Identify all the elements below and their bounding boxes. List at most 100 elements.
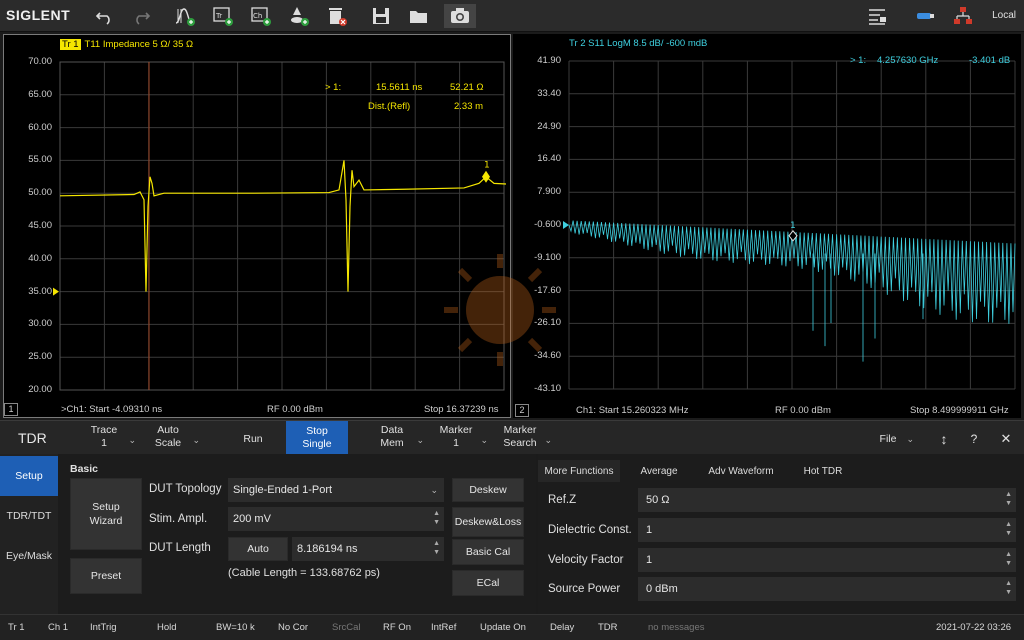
status-update[interactable]: Update On (480, 622, 526, 633)
sweep-stop: Stop 16.37239 ns (424, 404, 499, 415)
data-mem-button[interactable]: Data Mem ⌄ (372, 424, 424, 454)
file-menu-button[interactable]: File ⌄ (868, 424, 914, 454)
dut-topology-select[interactable]: Single-Ended 1-Port ⌄ (228, 478, 444, 502)
camera-icon[interactable] (444, 4, 476, 28)
dut-length-label: DUT Length (149, 542, 211, 554)
undo-icon[interactable] (92, 4, 118, 28)
trace-add-icon[interactable]: Tr (210, 4, 236, 28)
marker-search-button[interactable]: Marker Search ⌄ (500, 424, 552, 454)
dielectric-const-input[interactable]: 1 ▲ ▼ (638, 518, 1016, 542)
dut-length-value: 8.186194 ns (297, 543, 358, 555)
status-ref[interactable]: IntRef (431, 622, 456, 633)
channel-add-icon[interactable]: Ch (248, 4, 274, 28)
panel-number-1[interactable]: 1 (4, 403, 18, 416)
spinner-icon[interactable]: ▲ ▼ (1005, 579, 1012, 597)
source-power-input[interactable]: 0 dBm ▲ ▼ (638, 577, 1016, 601)
spinner-icon[interactable]: ▲ ▼ (1005, 520, 1012, 538)
tab-eye-mask[interactable]: Eye/Mask (0, 536, 58, 576)
reference-level-arrow[interactable] (53, 287, 59, 296)
marker-distance-label: Dist.(Refl) (368, 101, 411, 112)
reference-level-arrow[interactable] (563, 221, 569, 229)
chevron-down-icon: ⌄ (544, 435, 552, 445)
chevron-down-icon: ⌄ (480, 435, 488, 445)
deskew-button[interactable]: Deskew (452, 478, 524, 502)
sweep-start: >Ch1: Start -4.09310 ns (61, 404, 163, 415)
velocity-factor-input[interactable]: 1 ▲ ▼ (638, 548, 1016, 572)
delete-icon[interactable] (324, 4, 350, 28)
status-message: no messages (648, 622, 705, 633)
ref-z-input[interactable]: 50 Ω ▲ ▼ (638, 488, 1016, 512)
spinner-icon[interactable]: ▲ ▼ (1005, 490, 1012, 508)
redo-icon[interactable] (128, 4, 154, 28)
stop-single-button[interactable]: Stop Single (286, 421, 348, 455)
more-functions-panel: More Functions Average Adv Waveform Hot … (538, 454, 1024, 614)
auto-scale-button[interactable]: Auto Scale ⌄ (148, 424, 200, 454)
status-trace[interactable]: Tr 1 (8, 622, 25, 633)
spinner-icon[interactable]: ▲ ▼ (433, 539, 440, 557)
marker-2-x-value: 4.257630 GHz (877, 55, 939, 66)
softkey-menubar: TDR Trace 1 ⌄ Auto Scale ⌄ Run Stop Sing… (0, 420, 1024, 455)
status-correction[interactable]: No Cor (278, 622, 308, 633)
tab-adv-waveform[interactable]: Adv Waveform (698, 460, 784, 482)
sweep-start-2: Ch1: Start 15.260323 MHz (576, 405, 689, 416)
ecal-button[interactable]: ECal (452, 570, 524, 596)
chevron-down-icon: ⌄ (906, 434, 914, 444)
display-layout-icon[interactable] (864, 4, 890, 28)
marker-select-value: 1 (453, 437, 459, 449)
ref-z-label: Ref.Z (548, 494, 577, 506)
run-button[interactable]: Run (228, 424, 278, 454)
stim-ampl-input[interactable]: 200 mV ▲ ▼ (228, 507, 444, 531)
basic-heading: Basic (70, 463, 99, 475)
dut-topology-value: Single-Ended 1-Port (233, 484, 333, 496)
close-button[interactable]: ✕ (996, 424, 1016, 454)
status-hold[interactable]: Hold (157, 622, 177, 633)
rf-add-icon[interactable] (286, 4, 312, 28)
marker-select-button[interactable]: Marker 1 ⌄ (436, 424, 488, 454)
basic-cal-button[interactable]: Basic Cal (452, 539, 524, 565)
tab-tdr-tdt[interactable]: TDR/TDT (0, 496, 58, 536)
marker-icon[interactable] (172, 4, 198, 28)
spinner-icon[interactable]: ▲ ▼ (1005, 550, 1012, 568)
dut-topology-label: DUT Topology (149, 483, 222, 495)
status-channel[interactable]: Ch 1 (48, 622, 68, 633)
save-icon[interactable] (368, 4, 394, 28)
deskew-loss-button[interactable]: Deskew&Loss (452, 507, 524, 537)
folder-icon[interactable] (406, 4, 432, 28)
tab-setup[interactable]: Setup (0, 456, 58, 496)
preset-button[interactable]: Preset (70, 558, 142, 594)
trace-select-value: 1 (101, 437, 107, 449)
mode-title: TDR (18, 430, 47, 446)
s11-logmag-plot[interactable]: Tr 2 S11 LogM 8.5 dB/ -600 mdB 41.90 33.4… (513, 34, 1021, 418)
status-rf[interactable]: RF On (383, 622, 411, 633)
status-trigger[interactable]: IntTrig (90, 622, 117, 633)
usb-icon (912, 4, 938, 28)
tab-hot-tdr[interactable]: Hot TDR (792, 460, 854, 482)
file-menu-label: File (879, 433, 897, 445)
dut-length-auto-button[interactable]: Auto (228, 537, 288, 561)
rf-power: RF 0.00 dBm (267, 404, 323, 415)
tab-more-functions[interactable]: More Functions (538, 460, 620, 482)
marker-distance-value: 2.33 m (454, 101, 484, 112)
marker-1-label: > 1: (325, 82, 342, 93)
status-mode[interactable]: TDR (598, 622, 618, 633)
marker-select-label: Marker (439, 424, 473, 436)
status-bandwidth[interactable]: BW=10 k (216, 622, 255, 633)
status-delay[interactable]: Delay (550, 622, 574, 633)
stim-ampl-value: 200 mV (233, 513, 271, 525)
dut-length-input[interactable]: 8.186194 ns ▲ ▼ (292, 537, 444, 561)
chevron-down-icon: ⌄ (192, 435, 200, 445)
trace-2-graph[interactable]: 1 (513, 34, 1021, 418)
trace-1-graph[interactable]: 1 (4, 35, 510, 417)
basic-setup-panel: Basic Setup Wizard Preset DUT Topology S… (58, 454, 536, 614)
tab-average[interactable]: Average (628, 460, 690, 482)
marker-1-diamond[interactable] (482, 170, 490, 183)
panel-number-2[interactable]: 2 (515, 404, 529, 417)
spinner-icon[interactable]: ▲ ▼ (433, 509, 440, 527)
setup-wizard-button[interactable]: Setup Wizard (70, 478, 142, 550)
brand-logo: SIGLENT (6, 7, 71, 23)
trace-select-button[interactable]: Trace 1 ⌄ (84, 424, 136, 454)
help-button[interactable]: ? (964, 424, 984, 454)
marker-2-y-value: -3.401 dB (969, 55, 1011, 66)
tdr-impedance-plot[interactable]: Tr 1 T11 Impedance 5 Ω/ 35 Ω 70.00 65.00 60… (3, 34, 511, 418)
resize-icon[interactable]: ↕ (934, 424, 954, 454)
